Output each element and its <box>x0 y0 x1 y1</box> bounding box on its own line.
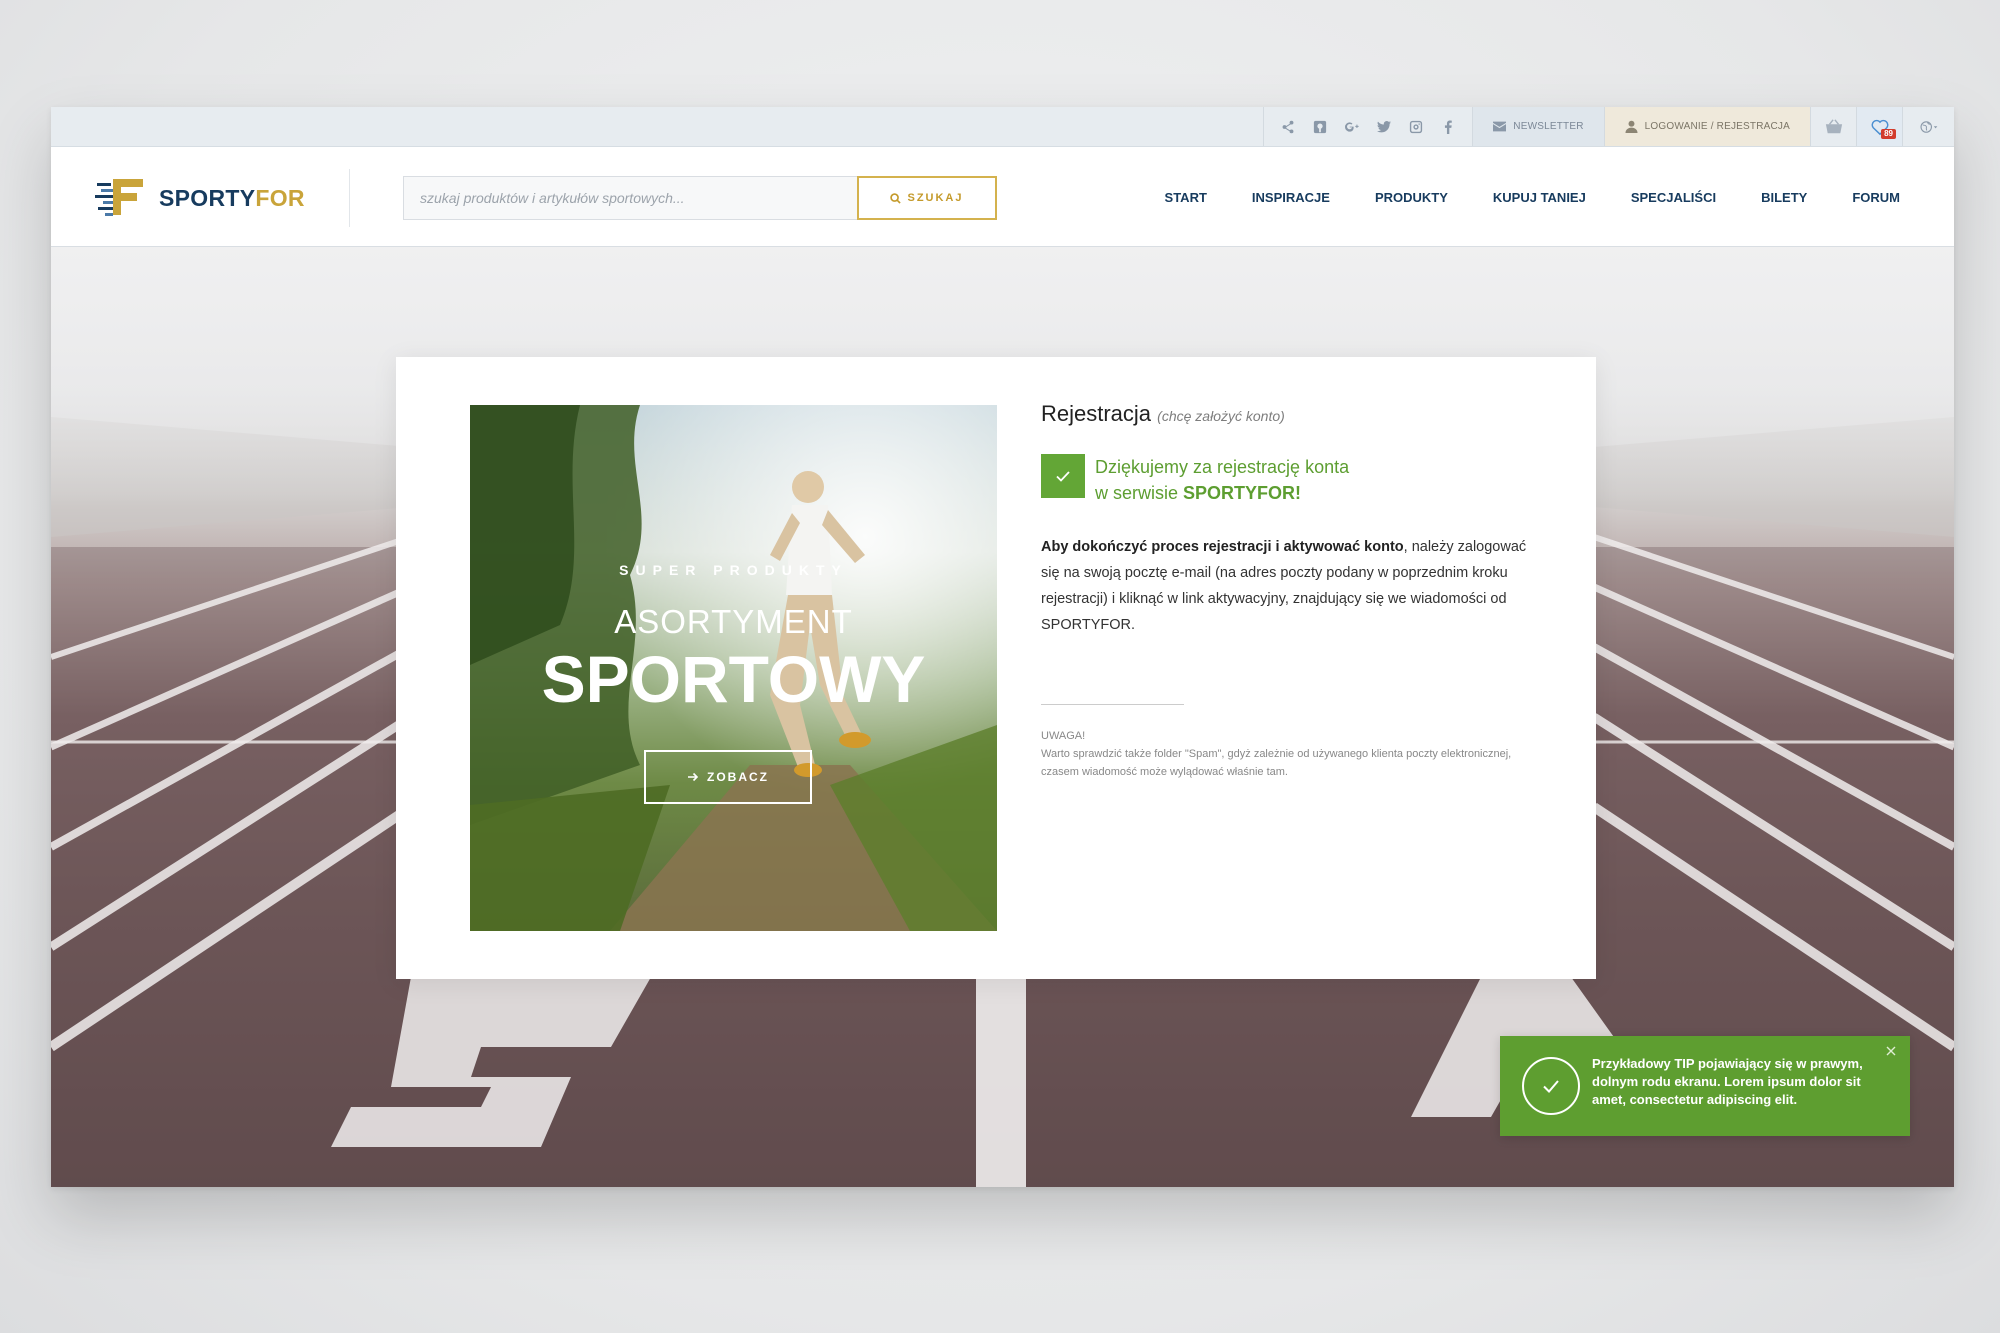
logo[interactable]: SPORTYFOR <box>95 175 327 221</box>
search-button-label: Szukaj <box>907 192 964 204</box>
success-message: Dziękujemy za rejestrację konta w serwis… <box>1041 454 1546 506</box>
activation-instructions: Aby dokończyć proces rejestracji i aktyw… <box>1041 534 1546 638</box>
language-selector[interactable] <box>1902 107 1954 146</box>
registration-title-text: Rejestracja <box>1041 401 1152 426</box>
promo-banner: Super produkty Asortyment Sportowy Zobac… <box>470 405 997 931</box>
wishlist-button[interactable]: 89 <box>1856 107 1902 146</box>
browser-frame: Newsletter Logowanie / Rejestracja 89 <box>51 107 1954 1187</box>
pinterest-icon[interactable] <box>1304 107 1336 147</box>
envelope-icon <box>1493 121 1507 132</box>
nav-start[interactable]: Start <box>1165 190 1207 205</box>
success-line2-prefix: w serwisie <box>1095 483 1184 503</box>
logo-text-part1: SPORTY <box>159 184 256 211</box>
logo-text-part2: FOR <box>255 184 305 211</box>
close-icon <box>1886 1046 1896 1056</box>
arrow-right-icon <box>688 772 699 782</box>
promo-button-label: Zobacz <box>707 770 769 784</box>
top-utility-bar: Newsletter Logowanie / Rejestracja 89 <box>51 107 1954 147</box>
logo-text: SPORTYFOR <box>159 185 305 212</box>
tip-toast: Przykładowy TIP pojawiający się w prawym… <box>1500 1036 1910 1136</box>
toast-close-button[interactable] <box>1882 1042 1900 1060</box>
wishlist-count-badge: 89 <box>1881 129 1896 139</box>
logo-mark-icon <box>95 179 143 216</box>
success-text: Dziękujemy za rejestrację konta w serwis… <box>1095 454 1349 506</box>
share-icon[interactable] <box>1272 107 1304 147</box>
header-divider <box>349 169 350 227</box>
nav-bilety[interactable]: Bilety <box>1761 190 1807 205</box>
search-input[interactable] <box>403 176 857 220</box>
registration-content: Rejestracja (chcę założyć konto) Dziękuj… <box>1041 401 1546 781</box>
success-line2-brand: SPORTYFOR! <box>1183 483 1302 503</box>
newsletter-link[interactable]: Newsletter <box>1472 107 1604 146</box>
instagram-icon[interactable] <box>1400 107 1432 147</box>
toast-text: Przykładowy TIP pojawiający się w prawym… <box>1592 1056 1863 1107</box>
spam-note-label: Uwaga! <box>1041 730 1086 742</box>
divider <box>1041 704 1184 705</box>
spam-note: Uwaga! Warto sprawdzić także folder "Spa… <box>1041 727 1546 781</box>
twitter-icon[interactable] <box>1368 107 1400 147</box>
success-check-box <box>1041 454 1085 498</box>
search-button[interactable]: Szukaj <box>857 176 997 220</box>
check-icon <box>1056 471 1070 482</box>
login-register-link[interactable]: Logowanie / Rejestracja <box>1603 107 1810 146</box>
spam-note-text: Warto sprawdzić także folder "Spam", gdy… <box>1041 748 1512 778</box>
basket-icon <box>1825 118 1842 133</box>
promo-kicker: Super produkty <box>619 562 848 578</box>
nav-specjalisci[interactable]: Specjaliści <box>1631 190 1716 205</box>
search-icon <box>890 192 902 204</box>
basket-button[interactable] <box>1810 107 1856 146</box>
registration-card: Super produkty Asortyment Sportowy Zobac… <box>396 357 1596 979</box>
facebook-icon[interactable] <box>1432 107 1464 147</box>
nav-inspiracje[interactable]: Inspiracje <box>1252 190 1330 205</box>
search-bar: Szukaj <box>403 176 997 220</box>
site-header: SPORTYFOR Szukaj Start Inspiracje Produk… <box>51 147 1954 247</box>
toast-check-icon <box>1522 1057 1580 1115</box>
promo-see-button[interactable]: Zobacz <box>644 750 812 804</box>
success-line1: Dziękujemy za rejestrację konta <box>1095 457 1350 477</box>
registration-title: Rejestracja (chcę założyć konto) <box>1041 401 1546 427</box>
activation-instructions-bold: Aby dokończyć proces rejestracji i aktyw… <box>1041 539 1404 555</box>
social-icons <box>1263 107 1472 146</box>
registration-subtitle: (chcę założyć konto) <box>1157 408 1285 424</box>
nav-produkty[interactable]: Produkty <box>1375 190 1448 205</box>
google-plus-icon[interactable] <box>1336 107 1368 147</box>
promo-title-line2: Sportowy <box>541 642 926 716</box>
nav-kupuj-taniej[interactable]: Kupuj taniej <box>1493 190 1586 205</box>
promo-title-line1: Asortyment <box>614 603 853 640</box>
main-nav: Start Inspiracje Produkty Kupuj taniej S… <box>1165 147 1900 247</box>
login-register-label: Logowanie / Rejestracja <box>1644 121 1790 132</box>
user-icon <box>1625 120 1638 133</box>
nav-forum[interactable]: Forum <box>1852 190 1900 205</box>
globe-icon <box>1919 120 1937 133</box>
newsletter-label: Newsletter <box>1513 121 1584 132</box>
